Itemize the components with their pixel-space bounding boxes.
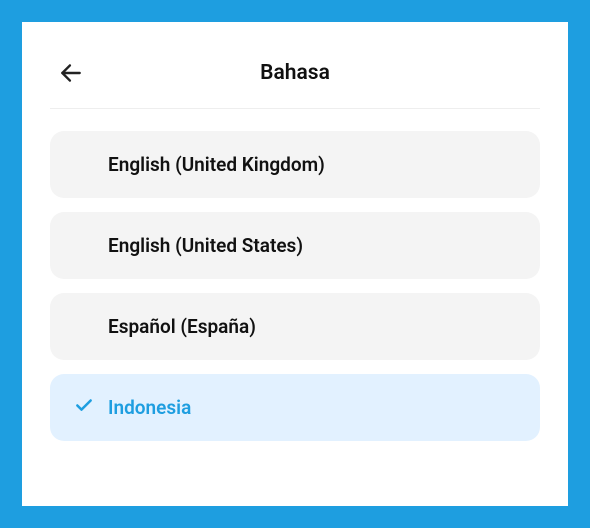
language-label: English (United Kingdom) bbox=[108, 153, 325, 176]
back-arrow-icon bbox=[58, 60, 84, 86]
language-label: Indonesia bbox=[108, 396, 191, 419]
language-settings-card: Bahasa English (United Kingdom) English … bbox=[22, 22, 568, 506]
page-title: Bahasa bbox=[88, 61, 502, 85]
language-option-en-us[interactable]: English (United States) bbox=[50, 212, 540, 279]
language-option-en-gb[interactable]: English (United Kingdom) bbox=[50, 131, 540, 198]
header: Bahasa bbox=[50, 50, 540, 109]
language-option-id[interactable]: Indonesia bbox=[50, 374, 540, 441]
language-label: Español (España) bbox=[108, 315, 256, 338]
language-option-es-es[interactable]: Español (España) bbox=[50, 293, 540, 360]
check-icon bbox=[74, 395, 94, 420]
language-label: English (United States) bbox=[108, 234, 303, 257]
language-list: English (United Kingdom) English (United… bbox=[50, 131, 540, 441]
back-button[interactable] bbox=[54, 56, 88, 90]
